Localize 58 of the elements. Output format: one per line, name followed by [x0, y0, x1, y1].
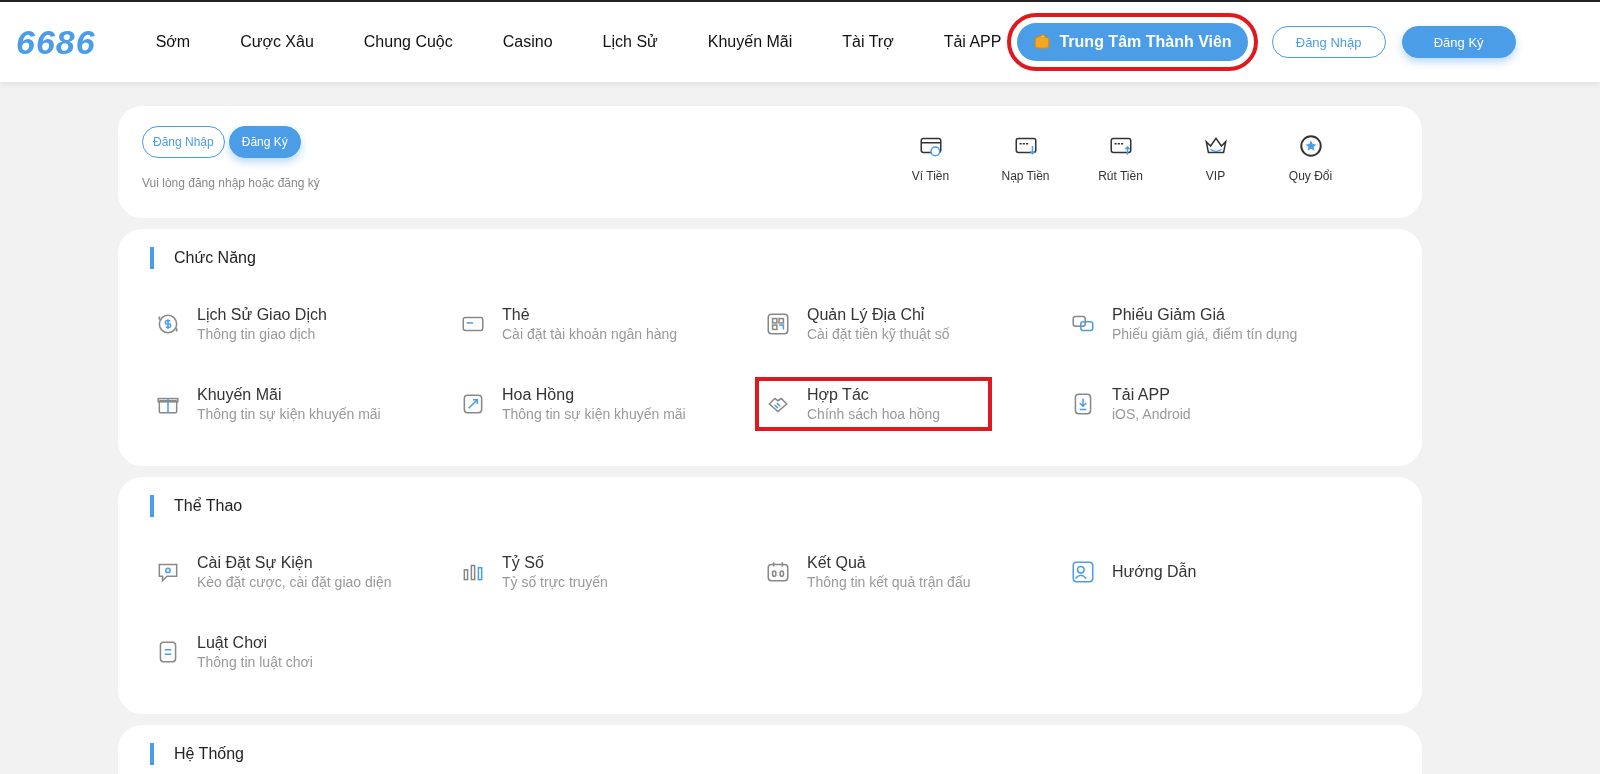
item-subtitle: Cài đặt tiền kỹ thuật số	[807, 325, 950, 343]
nav-link[interactable]: Lịch Sử	[602, 30, 658, 54]
menu-item[interactable]: Thẻ Cài đặt tài khoản ngân hàng	[450, 297, 730, 351]
item-title: Tỷ Số	[502, 553, 545, 573]
item-title: Hợp Tác	[807, 385, 870, 405]
user-guide-icon	[1070, 559, 1096, 585]
item-subtitle: Tỷ số trực truyến	[502, 573, 608, 591]
item-subtitle: Kèo đặt cược, cài đặt giao diện	[197, 573, 392, 591]
shortcut-link[interactable]: Rút Tiền	[1098, 167, 1143, 185]
item-title: Thẻ	[502, 305, 531, 325]
menu-item[interactable]: Luật Chơi Thông tin luật chơi	[145, 625, 365, 679]
item-subtitle: iOS, Android	[1112, 405, 1191, 423]
item-title: Quản Lý Địa Chỉ	[807, 305, 926, 325]
menu-item[interactable]: Quản Lý Địa Chỉ Cài đặt tiền kỹ thuật số	[755, 297, 1002, 351]
nav-link[interactable]: Chung Cuộc	[363, 30, 453, 54]
item-subtitle: Thông tin kết quả trận đấu	[807, 573, 971, 591]
nav-link[interactable]: Casino	[502, 30, 553, 54]
shortcut-link[interactable]: VIP	[1205, 167, 1226, 185]
section-title: Thể Thao	[150, 495, 1390, 517]
menu-item[interactable]: Tỷ Số Tỷ số trực truyến	[450, 545, 660, 599]
nav-link[interactable]: Tải APP	[943, 30, 1002, 54]
menu-item[interactable]: Hợp Tác Chính sách hoa hồng	[755, 377, 993, 431]
item-title: Kết Quả	[807, 553, 867, 573]
menu-item[interactable]: Kết Quả Thông tin kết quả trận đấu	[755, 545, 1023, 599]
item-title: Tải APP	[1112, 385, 1171, 405]
item-subtitle: Cài đặt tài khoản ngân hàng	[502, 325, 678, 343]
item-subtitle: Phiếu giảm giá, điểm tín dụng	[1112, 325, 1298, 343]
wallet-icon	[1033, 33, 1052, 51]
item-title: Cài Đặt Sự Kiện	[197, 553, 314, 573]
nav-link[interactable]: Khuyến Mãi	[707, 30, 793, 54]
item-subtitle: Thông tin luật chơi	[197, 653, 313, 671]
menu-item[interactable]: Cài Đặt Sự Kiện Kèo đặt cược, cài đặt giao diện	[145, 545, 444, 599]
item-title: Hoa Hồng	[502, 385, 576, 405]
item-subtitle: Thông tin sự kiện khuyến mãi	[197, 405, 381, 423]
menu-item[interactable]: Hoa Hồng Thông tin sự kiện khuyến mãi	[450, 377, 738, 431]
menu-item[interactable]: Lịch Sử Giao Dịch Thông tin giao dịch	[145, 297, 379, 351]
item-title: Phiếu Giảm Giá	[1112, 305, 1226, 325]
item-subtitle: Thông tin giao dịch	[197, 325, 317, 343]
nav-link[interactable]: Cược Xâu	[240, 30, 314, 54]
nav-link[interactable]: Sớm	[155, 30, 191, 54]
item-title: Khuyến Mãi	[197, 385, 283, 405]
shortcut-link[interactable]: Ví Tiền	[911, 167, 950, 185]
menu-item[interactable]: Tải APP iOS, Android	[1060, 377, 1243, 431]
section-title: Chức Năng	[150, 247, 1390, 269]
item-title: Hướng Dẫn	[1112, 562, 1197, 582]
menu-item[interactable]: Phiếu Giảm Giá Phiếu giảm giá, điểm tín dụng	[1060, 297, 1350, 351]
shortcut-link[interactable]: Quy Đổi	[1288, 167, 1333, 185]
item-subtitle: Chính sách hoa hồng	[807, 405, 941, 423]
item-title: Lịch Sử Giao Dịch	[197, 305, 327, 325]
nav-link[interactable]: Tài Trợ	[842, 30, 894, 54]
menu-item[interactable]: Hướng Dẫn	[1060, 545, 1249, 599]
login-hint: Vui lòng đăng nhập hoặc đăng ký	[142, 175, 320, 192]
item-subtitle: Thông tin sự kiện khuyến mãi	[502, 405, 686, 423]
item-title: Luật Chơi	[197, 633, 269, 653]
shortcut-link[interactable]: Nạp Tiền	[1001, 167, 1050, 185]
section-title: Hệ Thống	[150, 743, 1390, 765]
menu-item[interactable]: Khuyến Mãi Thông tin sự kiện khuyến mãi	[145, 377, 433, 431]
qr-code-icon	[765, 311, 791, 337]
